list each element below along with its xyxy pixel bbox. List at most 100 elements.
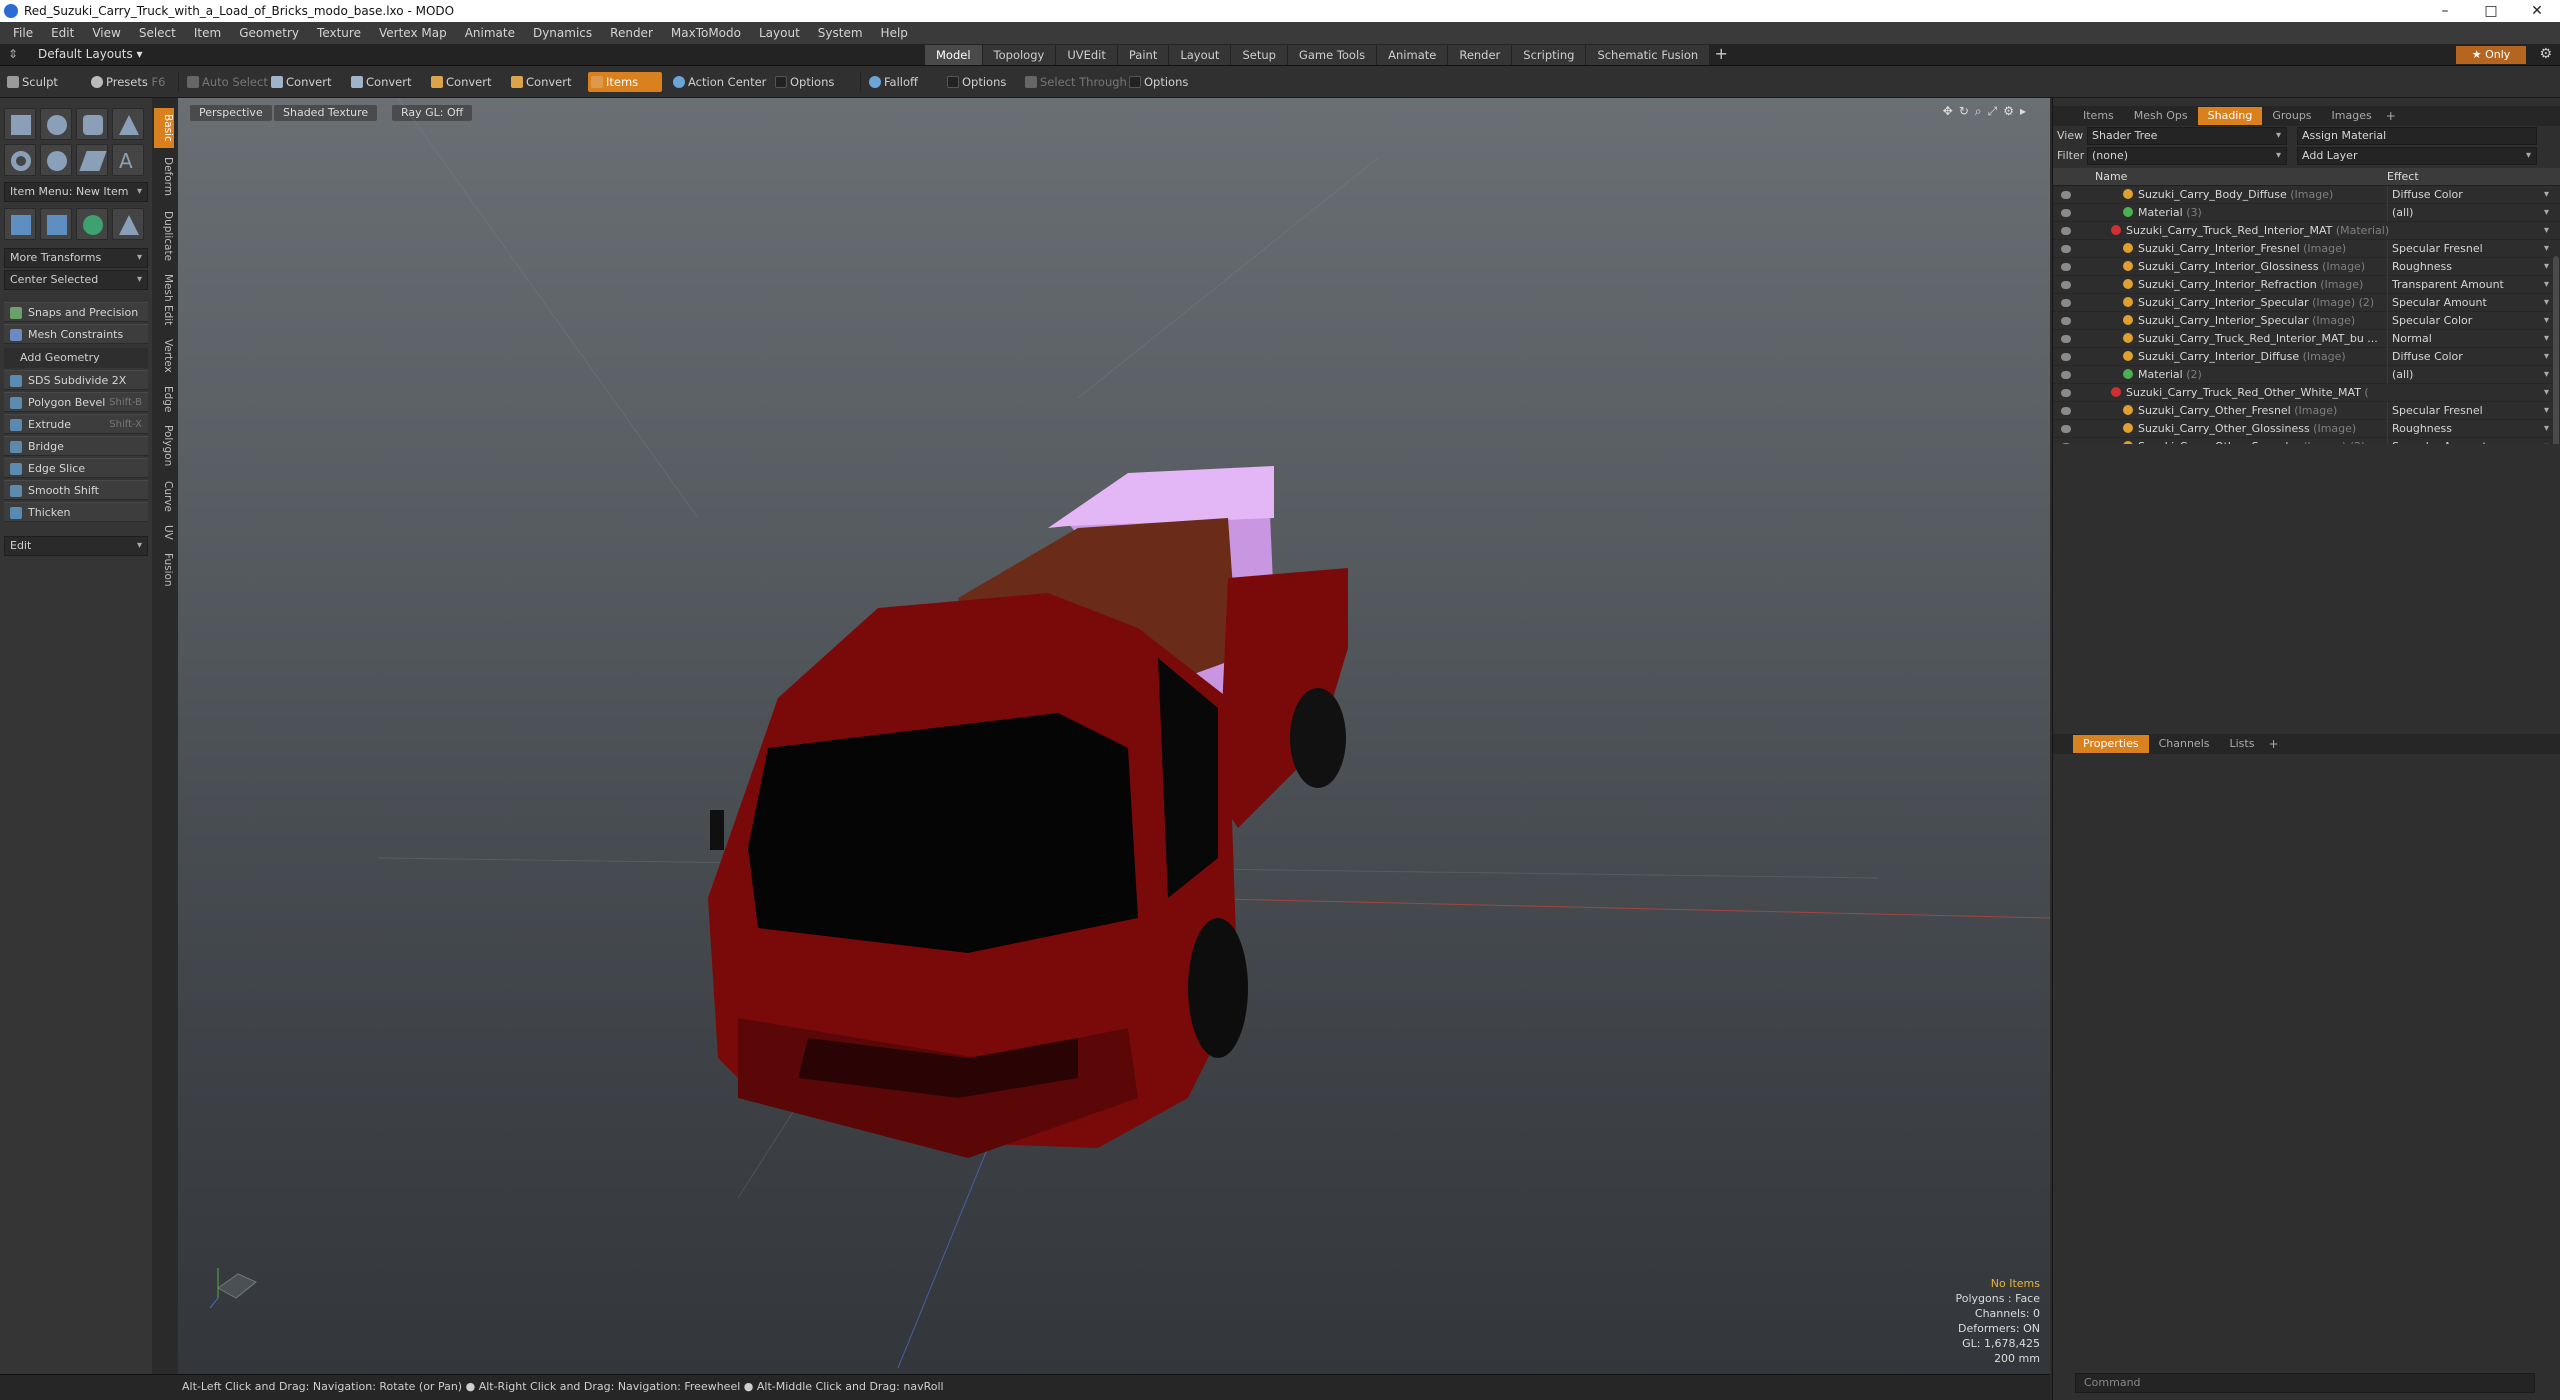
menu-file[interactable]: File [4,26,42,40]
menu-dynamics[interactable]: Dynamics [524,26,601,40]
tree-scrollbar[interactable] [2553,256,2559,444]
item-menu-dropdown[interactable]: Item Menu: New Item [4,182,148,202]
tab-shading[interactable]: Shading [2197,107,2263,125]
menu-system[interactable]: System [809,26,872,40]
effect-dropdown[interactable]: Diffuse Color [2387,186,2549,204]
sphere-icon[interactable] [40,108,72,140]
auto-select-button[interactable]: Auto Select [184,72,274,92]
tree-row[interactable]: Material (2) (all) [2053,366,2560,384]
maximize-button[interactable]: □ [2468,0,2514,22]
menu-layout[interactable]: Layout [750,26,809,40]
select-through-button[interactable]: Select Through [1022,72,1133,92]
convert-polygons-button[interactable]: Convert [428,72,497,92]
vtab-edge[interactable]: Edge [154,382,174,416]
vtab-uv[interactable]: UV [154,520,174,544]
vtab-duplicate[interactable]: Duplicate [154,206,174,266]
pen-icon[interactable] [76,144,108,176]
vtab-fusion[interactable]: Fusion [154,548,174,592]
capsule-icon[interactable] [40,144,72,176]
grid-icon[interactable] [40,208,72,240]
cone-icon[interactable] [112,108,144,140]
tab-topology[interactable]: Topology [982,45,1057,65]
torus-icon[interactable] [4,144,36,176]
tab-properties[interactable]: Properties [2073,735,2149,753]
visibility-eye-icon[interactable] [2061,209,2071,217]
visibility-eye-icon[interactable] [2061,227,2071,235]
add-layer-dropdown[interactable]: Add Layer [2297,147,2537,165]
view-dropdown[interactable]: Shader Tree [2087,127,2287,145]
effect-dropdown[interactable]: Roughness [2387,420,2549,438]
3d-viewport[interactable]: Perspective Shaded Texture Ray GL: Off ✥… [178,98,2050,1374]
tree-row[interactable]: Suzuki_Carry_Body_Diffuse (Image) Diffuse… [2053,186,2560,204]
add-panel-tab-icon[interactable]: + [2382,109,2396,123]
tab-render[interactable]: Render [1448,45,1513,65]
effect-dropdown[interactable]: Specular Fresnel [2387,402,2549,420]
more-transforms-dropdown[interactable]: More Transforms [4,248,148,268]
effect-dropdown[interactable]: (all) [2387,204,2549,222]
effect-dropdown[interactable]: Roughness [2387,258,2549,276]
cube-icon[interactable] [4,108,36,140]
tree-row[interactable]: Suzuki_Carry_Interior_Diffuse (Image) Dif… [2053,348,2560,366]
tree-row[interactable]: Suzuki_Carry_Interior_Refraction (Image)… [2053,276,2560,294]
effect-dropdown[interactable]: (all) [2387,366,2549,384]
items-mode-button[interactable]: Items [588,72,662,92]
visibility-eye-icon[interactable] [2061,299,2071,307]
menu-item[interactable]: Item [185,26,230,40]
extrude-button[interactable]: Extrude Shift-X [4,414,148,434]
tab-groups[interactable]: Groups [2262,107,2321,125]
tree-row[interactable]: Suzuki_Carry_Truck_Red_Interior_MAT (Mat… [2053,222,2560,240]
effect-dropdown[interactable]: Specular Fresnel [2387,240,2549,258]
effect-dropdown[interactable]: Transparent Amount [2387,276,2549,294]
move-icon[interactable] [4,208,36,240]
menu-render[interactable]: Render [601,26,662,40]
name-column-header[interactable]: Name [2095,168,2127,186]
effect-dropdown[interactable]: Specular Amount [2387,294,2549,312]
menu-help[interactable]: Help [872,26,917,40]
tree-row[interactable]: Suzuki_Carry_Interior_Specular (Image) (… [2053,294,2560,312]
visibility-eye-icon[interactable] [2061,335,2071,343]
polygon-bevel-button[interactable]: Polygon Bevel Shift-B [4,392,148,412]
visibility-eye-icon[interactable] [2061,317,2071,325]
visibility-eye-icon[interactable] [2061,425,2071,433]
action-center-options-button[interactable]: Options [772,72,840,92]
tree-row[interactable]: Suzuki_Carry_Other_Specular (Image) (2)S… [2053,438,2560,444]
globe-icon[interactable] [76,208,108,240]
minimize-button[interactable]: – [2422,0,2468,22]
tree-row[interactable]: Suzuki_Carry_Interior_Glossiness (Image)… [2053,258,2560,276]
effect-column-header[interactable]: Effect [2387,168,2419,186]
action-center-button[interactable]: Action Center [670,72,772,92]
add-props-tab-icon[interactable]: + [2264,737,2278,751]
scale-icon[interactable] [112,208,144,240]
tab-channels[interactable]: Channels [2149,735,2220,753]
visibility-eye-icon[interactable] [2061,443,2071,444]
tab-lists[interactable]: Lists [2220,735,2265,753]
effect-dropdown[interactable]: Normal [2387,330,2549,348]
tab-setup[interactable]: Setup [1231,45,1288,65]
tree-row[interactable]: Suzuki_Carry_Truck_Red_Other_White_MAT ( [2053,384,2560,402]
tab-images[interactable]: Images [2322,107,2382,125]
menu-texture[interactable]: Texture [308,26,370,40]
falloff-button[interactable]: Falloff [866,72,924,92]
assign-material-button[interactable]: Assign Material [2297,127,2537,145]
cylinder-icon[interactable] [76,108,108,140]
sds-subdivide-button[interactable]: SDS Subdivide 2X [4,370,148,390]
default-layouts-dropdown[interactable]: Default Layouts ▾ [38,47,143,61]
vtab-curve[interactable]: Curve [154,476,174,516]
vtab-deform[interactable]: Deform [154,152,174,202]
tree-row[interactable]: Suzuki_Carry_Other_Fresnel (Image) Specul… [2053,402,2560,420]
tab-game-tools[interactable]: Game Tools [1287,45,1378,65]
layout-grip-icon[interactable]: ⇕ [8,47,18,61]
tab-uvedit[interactable]: UVEdit [1056,45,1118,65]
menu-select[interactable]: Select [130,26,185,40]
tab-paint[interactable]: Paint [1117,45,1170,65]
falloff-options-button[interactable]: Options [944,72,1012,92]
select-through-options-button[interactable]: Options [1126,72,1194,92]
smooth-shift-button[interactable]: Smooth Shift [4,480,148,500]
menu-maxtomodo[interactable]: MaxToModo [662,26,750,40]
text-icon[interactable]: A [112,144,144,176]
tree-row[interactable]: Material (3) (all) [2053,204,2560,222]
close-button[interactable]: ✕ [2514,0,2560,22]
command-input[interactable]: Command [2075,1373,2535,1393]
effect-dropdown[interactable]: Specular Color [2387,312,2549,330]
visibility-eye-icon[interactable] [2061,263,2071,271]
